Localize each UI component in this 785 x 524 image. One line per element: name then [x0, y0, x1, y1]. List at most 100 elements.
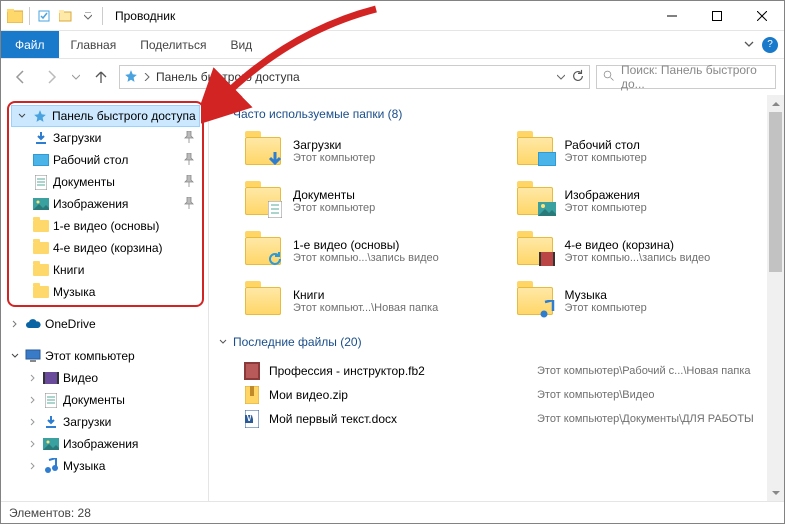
picture-overlay-icon: [538, 200, 556, 218]
tree-item[interactable]: 1-е видео (основы): [11, 215, 200, 237]
folder-item[interactable]: 4-е видео (корзина)Этот компью...\запись…: [515, 231, 773, 271]
up-button[interactable]: [89, 65, 113, 89]
tree-label: Видео: [63, 371, 208, 385]
tree-onedrive[interactable]: OneDrive: [5, 313, 208, 335]
picture-icon: [43, 436, 59, 452]
refresh-icon[interactable]: [571, 69, 585, 86]
file-tab[interactable]: Файл: [1, 31, 59, 58]
tree-item[interactable]: Видео: [5, 367, 208, 389]
tree-item[interactable]: Музыка: [11, 281, 200, 303]
address-dropdown-icon[interactable]: [557, 70, 565, 84]
folder-icon: [515, 231, 555, 271]
folder-item[interactable]: Рабочий столЭтот компьютер: [515, 131, 773, 171]
document-icon: [43, 392, 59, 408]
collapse-icon[interactable]: [16, 112, 28, 120]
collapse-icon[interactable]: [219, 335, 227, 349]
expand-icon[interactable]: [9, 320, 21, 328]
forward-button[interactable]: [39, 65, 63, 89]
expand-icon[interactable]: [27, 374, 39, 382]
qat-dropdown-icon[interactable]: [78, 6, 98, 26]
scroll-thumb[interactable]: [769, 112, 782, 272]
item-name: Книги: [293, 288, 438, 302]
tree-label: Этот компьютер: [45, 349, 208, 363]
window-title: Проводник: [109, 9, 649, 23]
tree-item[interactable]: Документы: [5, 389, 208, 411]
scroll-down-icon[interactable]: [767, 484, 784, 501]
folder-icon: [33, 284, 49, 300]
vertical-scrollbar[interactable]: [767, 95, 784, 501]
collapse-icon[interactable]: [219, 107, 227, 121]
folder-item[interactable]: ЗагрузкиЭтот компьютер: [243, 131, 501, 171]
scroll-track[interactable]: [767, 112, 784, 484]
item-name: 4-е видео (корзина): [565, 238, 711, 252]
item-path: Этот компью...\запись видео: [565, 252, 711, 264]
onedrive-icon: [25, 316, 41, 332]
file-row[interactable]: Мои видео.zipЭтот компьютер\Видео: [243, 383, 772, 407]
address-bar: Панель быстрого доступа Поиск: Панель бы…: [1, 59, 784, 95]
tree-label: Загрузки: [53, 131, 180, 145]
tree-item[interactable]: Загрузки: [11, 127, 200, 149]
tree-item[interactable]: Изображения: [5, 433, 208, 455]
folder-item[interactable]: МузыкаЭтот компьютер: [515, 281, 773, 321]
folder-item[interactable]: ИзображенияЭтот компьютер: [515, 181, 773, 221]
tab-view[interactable]: Вид: [218, 31, 264, 58]
maximize-button[interactable]: [694, 1, 739, 30]
desktop-overlay-icon: [538, 150, 556, 168]
minimize-button[interactable]: [649, 1, 694, 30]
new-folder-icon[interactable]: [56, 6, 76, 26]
download-icon: [33, 130, 49, 146]
section-recent-header[interactable]: Последние файлы (20): [219, 335, 780, 349]
pin-icon: [184, 131, 200, 146]
tree-label: Музыка: [53, 285, 200, 299]
scroll-up-icon[interactable]: [767, 95, 784, 112]
expand-icon[interactable]: [27, 440, 39, 448]
tree-item[interactable]: Рабочий стол: [11, 149, 200, 171]
file-name: Мои видео.zip: [269, 388, 529, 402]
tree-label: Книги: [53, 263, 200, 277]
folder-icon: [243, 181, 283, 221]
tree-item[interactable]: Книги: [11, 259, 200, 281]
tree-item[interactable]: 4-е видео (корзина): [11, 237, 200, 259]
file-row[interactable]: WМой первый текст.docxЭтот компьютер\Док…: [243, 407, 772, 431]
refresh-overlay-icon: [266, 250, 284, 268]
back-button[interactable]: [9, 65, 33, 89]
tree-label: OneDrive: [45, 317, 208, 331]
item-path: Этот компьютер: [565, 152, 647, 164]
folder-item[interactable]: ДокументыЭтот компьютер: [243, 181, 501, 221]
item-path: Этот компьютер: [293, 152, 375, 164]
music-overlay-icon: [538, 300, 556, 318]
file-row[interactable]: Профессия - инструктор.fb2Этот компьютер…: [243, 359, 772, 383]
tree-label: 1-е видео (основы): [53, 219, 200, 233]
file-name: Профессия - инструктор.fb2: [269, 364, 529, 378]
status-bar: Элементов: 28: [1, 501, 784, 523]
tree-item[interactable]: Документы: [11, 171, 200, 193]
close-button[interactable]: [739, 1, 784, 30]
expand-icon[interactable]: [27, 462, 39, 470]
address-field[interactable]: Панель быстрого доступа: [119, 65, 590, 89]
expand-icon[interactable]: [27, 396, 39, 404]
tree-item[interactable]: Музыка: [5, 455, 208, 477]
properties-icon[interactable]: [34, 6, 54, 26]
tree-label: 4-е видео (корзина): [53, 241, 200, 255]
search-input[interactable]: Поиск: Панель быстрого до...: [596, 65, 776, 89]
zip-file-icon: [243, 386, 261, 404]
folder-item[interactable]: КнигиЭтот компьют...\Новая папка: [243, 281, 501, 321]
collapse-icon[interactable]: [9, 352, 21, 360]
section-frequent-header[interactable]: Часто используемые папки (8): [219, 107, 780, 121]
quick-access-toolbar: [1, 6, 109, 26]
folder-icon: [33, 262, 49, 278]
expand-icon[interactable]: [27, 418, 39, 426]
folder-item[interactable]: 1-е видео (основы)Этот компью...\запись …: [243, 231, 501, 271]
ribbon-expand-icon[interactable]: [744, 38, 754, 52]
tab-home[interactable]: Главная: [59, 31, 129, 58]
address-text: Панель быстрого доступа: [156, 70, 551, 84]
recent-locations-dropdown[interactable]: [69, 65, 83, 89]
tree-this-pc[interactable]: Этот компьютер: [5, 345, 208, 367]
tree-item[interactable]: Изображения: [11, 193, 200, 215]
tree-item[interactable]: Загрузки: [5, 411, 208, 433]
help-icon[interactable]: ?: [762, 37, 778, 53]
file-path: Этот компьютер\Документы\ДЛЯ РАБОТЫ: [537, 413, 772, 425]
item-path: Этот компью...\запись видео: [293, 252, 439, 264]
tab-share[interactable]: Поделиться: [128, 31, 218, 58]
tree-quick-access[interactable]: Панель быстрого доступа: [11, 105, 200, 127]
